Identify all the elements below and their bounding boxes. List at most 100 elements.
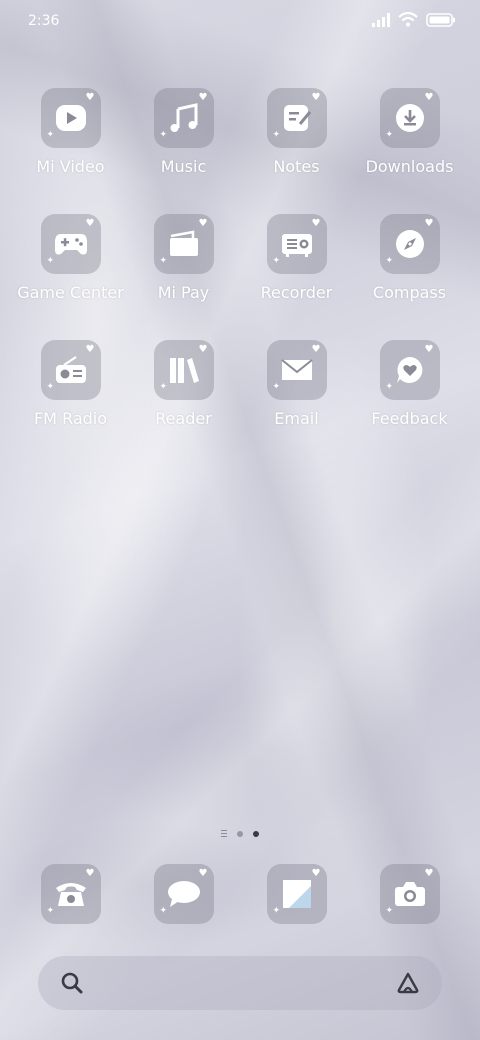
app-label: Mi Pay (157, 283, 210, 302)
feedback-icon (396, 357, 422, 383)
app-compass[interactable]: ♥ ✦ Compass (353, 214, 466, 302)
app-tile[interactable]: ♥ ✦ (266, 88, 327, 148)
app-tile[interactable]: ♥ ✦ (266, 214, 327, 274)
heart-icon: ♥ (424, 92, 434, 103)
app-label: Compass (372, 283, 447, 302)
app-tile[interactable]: ♥ ✦ (153, 340, 214, 400)
heart-icon: ♥ (85, 344, 95, 355)
page-dot-2-active[interactable] (253, 830, 259, 837)
recorder-icon (281, 234, 312, 257)
app-tile[interactable]: ♥ ✦ (379, 340, 440, 400)
dock-phone[interactable]: ♥ ✦ (14, 864, 127, 924)
dock-tile[interactable]: ♥ ✦ (266, 864, 327, 924)
dock: ♥ ✦ ♥ ✦ ♥ ✦ ♥ ✦ (14, 864, 466, 924)
gallery-icon (282, 880, 311, 908)
camera-icon (394, 882, 425, 906)
app-game-center[interactable]: ♥ ✦ Game Center (14, 214, 127, 302)
heart-icon: ♥ (198, 344, 208, 355)
status-icons (372, 12, 456, 27)
app-label: Feedback (371, 409, 448, 428)
app-tile[interactable]: ♥ ✦ (40, 340, 101, 400)
app-mi-pay[interactable]: ♥ ✦ Mi Pay (127, 214, 240, 302)
app-label: Game Center (17, 283, 124, 302)
download-icon (395, 104, 424, 132)
sparkle-icon: ✦ (385, 382, 394, 392)
page-indicator-list[interactable] (221, 830, 227, 837)
sparkle-icon: ✦ (385, 906, 394, 916)
page-dot-1[interactable] (237, 830, 243, 837)
app-notes[interactable]: ♥ ✦ Notes (240, 88, 353, 176)
app-tile[interactable]: ♥ ✦ (153, 88, 214, 148)
app-recorder[interactable]: ♥ ✦ Recorder (240, 214, 353, 302)
heart-icon: ♥ (85, 92, 95, 103)
gamepad-icon (54, 234, 87, 255)
dock-gallery[interactable]: ♥ ✦ (240, 864, 353, 924)
app-music[interactable]: ♥ ✦ Music (127, 88, 240, 176)
play-icon (55, 105, 86, 131)
sparkle-icon: ✦ (159, 130, 168, 140)
dock-tile[interactable]: ♥ ✦ (153, 864, 214, 924)
sparkle-icon: ✦ (159, 906, 168, 916)
sparkle-icon: ✦ (385, 256, 394, 266)
heart-icon: ♥ (424, 868, 434, 879)
heart-icon: ♥ (311, 218, 321, 229)
app-tile[interactable]: ♥ ✦ (379, 214, 440, 274)
app-label: Notes (273, 157, 320, 176)
app-tile[interactable]: ♥ ✦ (379, 88, 440, 148)
app-downloads[interactable]: ♥ ✦ Downloads (353, 88, 466, 176)
app-label: Downloads (365, 157, 454, 176)
heart-icon: ♥ (424, 344, 434, 355)
envelope-icon (280, 359, 313, 380)
app-tile[interactable]: ♥ ✦ (266, 340, 327, 400)
heart-icon: ♥ (311, 92, 321, 103)
app-feedback[interactable]: ♥ ✦ Feedback (353, 340, 466, 428)
sparkle-icon: ✦ (272, 130, 281, 140)
app-label: Mi Video (36, 157, 105, 176)
sparkle-icon: ✦ (46, 382, 55, 392)
chat-bubble-icon (167, 881, 200, 907)
sparkle-icon: ✦ (46, 906, 55, 916)
heart-icon: ♥ (85, 868, 95, 879)
search-icon[interactable] (60, 971, 84, 995)
books-icon (169, 358, 199, 383)
compass-icon (395, 230, 424, 258)
heart-icon: ♥ (198, 92, 208, 103)
notes-icon (283, 105, 311, 131)
heart-icon: ♥ (198, 868, 208, 879)
app-label: Music (160, 157, 207, 176)
dock-tile[interactable]: ♥ ✦ (379, 864, 440, 924)
heart-icon: ♥ (85, 218, 95, 229)
sparkle-icon: ✦ (46, 256, 55, 266)
battery-icon (426, 12, 455, 27)
app-mi-video[interactable]: ♥ ✦ Mi Video (14, 88, 127, 176)
sparkle-icon: ✦ (272, 382, 281, 392)
telephone-icon (55, 883, 86, 906)
status-time: 2:36 (28, 13, 60, 29)
app-reader[interactable]: ♥ ✦ Reader (127, 340, 240, 428)
app-tile[interactable]: ♥ ✦ (40, 88, 101, 148)
radio-icon (55, 356, 86, 383)
dock-camera[interactable]: ♥ ✦ (353, 864, 466, 924)
app-fm-radio[interactable]: ♥ ✦ FM Radio (14, 340, 127, 428)
page-indicator[interactable] (0, 830, 480, 837)
app-tile[interactable]: ♥ ✦ (40, 214, 101, 274)
heart-icon: ♥ (198, 218, 208, 229)
wifi-icon (398, 12, 418, 27)
sparkle-icon: ✦ (272, 906, 281, 916)
heart-icon: ♥ (424, 218, 434, 229)
wallet-icon (169, 230, 198, 256)
dock-messages[interactable]: ♥ ✦ (127, 864, 240, 924)
app-tile[interactable]: ♥ ✦ (153, 214, 214, 274)
dock-tile[interactable]: ♥ ✦ (40, 864, 101, 924)
app-label: Email (274, 409, 319, 428)
app-email[interactable]: ♥ ✦ Email (240, 340, 353, 428)
app-label: Reader (155, 409, 212, 428)
app-label: Recorder (260, 283, 333, 302)
sparkle-icon: ✦ (272, 256, 281, 266)
assistant-icon[interactable] (396, 971, 420, 995)
search-bar[interactable] (38, 956, 442, 1010)
signal-icon (372, 12, 390, 27)
sparkle-icon: ✦ (159, 256, 168, 266)
heart-icon: ♥ (311, 868, 321, 879)
sparkle-icon: ✦ (46, 130, 55, 140)
